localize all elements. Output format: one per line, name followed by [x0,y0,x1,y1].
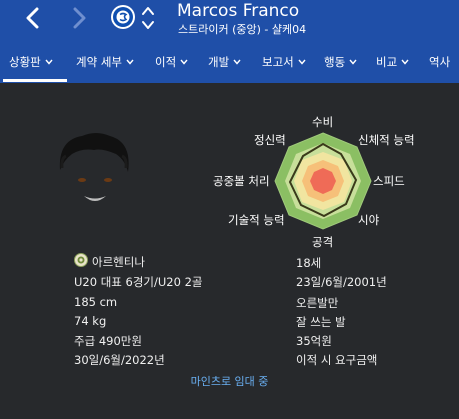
weight: 74 kg [74,314,107,328]
tab-transfer[interactable]: 이적 [155,54,188,70]
chevron-down-icon [233,59,241,65]
back-arrow-icon [26,7,39,29]
chevron-down-icon [298,59,306,65]
radar-label-aerial: 공중볼 처리 [213,174,270,188]
tab-actions[interactable]: 행동 [324,54,357,70]
selected-tab-indicator [3,79,67,82]
club-switch-icon[interactable] [141,3,155,33]
radar-label-speed: 스피드 [373,174,405,188]
player-position-club: 스트라이커 (중앙) - 샬케04 [178,23,307,36]
club-badge-icon[interactable] [110,4,136,30]
wage: 주급 490만원 [74,334,142,348]
tab-label: 역사 [429,55,451,69]
chevron-down-icon [349,59,357,65]
tab-label: 비교 [376,55,398,69]
tab-label: 계약 세부 [76,55,122,69]
tab-history[interactable]: 역사 [429,54,450,70]
preferred-foot: 오른발만 [296,296,339,310]
age: 18세 [296,256,322,270]
height: 185 cm [74,295,118,309]
chevron-down-icon [401,59,409,65]
radar-label-technical: 기술적 능력 [228,213,285,227]
transfer-note: 이적 시 요구금액 [296,353,378,367]
forward-arrow-icon [73,7,86,29]
player-face-image [59,133,129,201]
contract-end: 30일/6월/2022년 [74,353,165,367]
tab-compare[interactable]: 비교 [376,54,409,70]
loan-status-link[interactable]: 마인츠로 임대 중 [0,373,459,389]
tab-reports[interactable]: 보고서 [262,54,306,70]
chevron-down-icon [180,59,188,65]
player-value: 35억원 [296,334,332,348]
tab-label: 보고서 [262,55,294,69]
nationality: 아르헨티나 [92,255,145,269]
tab-label: 개발 [208,55,230,69]
radar-label-vision: 시야 [358,213,380,227]
chevron-down-icon [126,59,134,65]
radar-label-defense: 수비 [312,115,334,129]
tab-label: 행동 [324,55,346,69]
back-button[interactable] [20,4,46,32]
tab-bar: 상황판 계약 세부 이적 개발 보고서 행동 비교 역사 [0,37,459,83]
tab-contract[interactable]: 계약 세부 [76,54,134,70]
international-caps: U20 대표 6경기/U20 2골 [74,275,203,289]
tab-overview[interactable]: 상황판 [9,54,53,70]
radar-label-mental: 정신력 [254,133,286,147]
nationality-flag-icon [74,253,88,267]
weak-foot: 잘 쓰는 발 [296,315,346,329]
tab-label: 이적 [155,55,177,69]
radar-label-physical: 신체적 능력 [358,133,415,147]
forward-button[interactable] [66,4,92,32]
chevron-down-icon [45,59,53,65]
player-header: Marcos Franco 스트라이커 (중앙) - 샬케04 [0,0,459,37]
tab-label: 상황판 [9,55,41,69]
player-name: Marcos Franco [177,1,300,21]
birth-date: 23일/6월/2001년 [296,275,387,289]
radar-label-attack: 공격 [312,235,334,249]
tab-development[interactable]: 개발 [208,54,241,70]
